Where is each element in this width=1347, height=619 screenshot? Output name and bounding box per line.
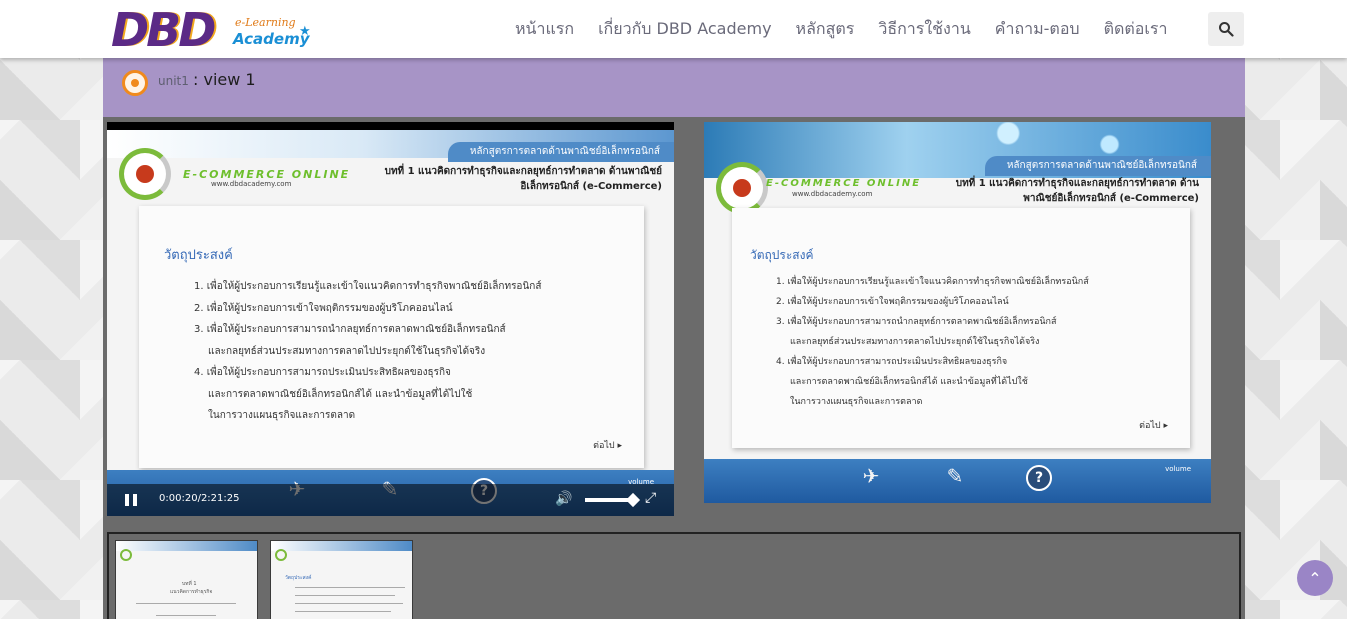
course-tag: หลักสูตรการตลาดด้านพาณิชย์อิเล็กทรอนิกส์ <box>447 142 674 162</box>
objectives-list: 1. เพื่อให้ผู้ประกอบการเรียนรู้และเข้าใจ… <box>194 276 624 427</box>
chevron-up-icon: ⌃ <box>1308 568 1322 588</box>
objective-item: 3. เพื่อให้ผู้ประกอบการสามารถนำกลยุทธ์กา… <box>776 317 1057 327</box>
slide-thumbnail[interactable]: บทที่ 1 แนวคิดการทำธุรกิจ <box>115 540 258 619</box>
help-icon[interactable]: ? <box>1026 465 1052 491</box>
nav-how-to[interactable]: วิธีการใช้งาน <box>878 17 970 42</box>
objective-item: 4. เพื่อให้ผู้ประกอบการสามารถประเมินประส… <box>776 357 1008 367</box>
thumb-logo-icon <box>120 549 132 561</box>
objectives-list: 1. เพื่อให้ผู้ประกอบการเรียนรู้และเข้าใจ… <box>776 272 1176 412</box>
objective-item: 1. เพื่อให้ผู้ประกอบการเรียนรู้และเข้าใจ… <box>194 281 542 292</box>
objectives-card: วัตถุประสงค์ 1. เพื่อให้ผู้ประกอบการเรีย… <box>139 206 644 468</box>
video-slide: หลักสูตรการตลาดด้านพาณิชย์อิเล็กทรอนิกส์… <box>107 130 674 516</box>
search-icon <box>1219 22 1234 37</box>
objective-item: 4. เพื่อให้ผู้ประกอบการสามารถประเมินประส… <box>194 367 451 378</box>
objective-item: และการตลาดพาณิชย์อิเล็กทรอนิกส์ได้ และนำ… <box>790 377 1028 387</box>
nav-faq[interactable]: คำถาม-ตอบ <box>995 17 1080 42</box>
fullscreen-icon[interactable]: ⤢ <box>645 490 656 506</box>
nav-home[interactable]: หน้าแรก <box>515 17 574 42</box>
thumb-caption: วัตถุประสงค์ <box>285 575 312 581</box>
volume-knob[interactable] <box>625 492 641 508</box>
thumbnail-strip: บทที่ 1 แนวคิดการทำธุรกิจ วัตถุประสงค์ <box>107 532 1241 619</box>
thumb-rule <box>295 611 391 612</box>
thumb-band <box>271 541 412 551</box>
logo-dbd-text: DBD <box>111 3 216 57</box>
slide-url: www.dbdacademy.com <box>211 180 292 188</box>
player-controls: 0:00:20/2:21:25 🔊 ⤢ <box>107 484 674 516</box>
unit-progress-icon <box>122 70 148 96</box>
slide-url: www.dbdacademy.com <box>792 190 873 198</box>
objectives-card: วัตถุประสงค์ 1. เพื่อให้ผู้ประกอบการเรีย… <box>732 208 1190 448</box>
nav-courses[interactable]: หลักสูตร <box>796 17 855 42</box>
objective-item: 2. เพื่อให้ผู้ประกอบการเข้าใจพฤติกรรมของ… <box>776 297 1009 307</box>
star-icon: ★ <box>299 24 311 39</box>
objective-item: ในการวางแผนธุรกิจและการตลาด <box>790 397 923 407</box>
thumb-rule <box>136 603 236 604</box>
time-display: 0:00:20/2:21:25 <box>159 493 240 504</box>
volume-icon[interactable]: 🔊 <box>555 491 572 507</box>
objective-item: และกลยุทธ์ส่วนประสมทางการตลาดไปประยุกต์ใ… <box>208 345 486 357</box>
duration: 2:21:25 <box>200 493 240 504</box>
objective-item: และการตลาดพาณิชย์อิเล็กทรอนิกส์ได้ และนำ… <box>208 388 473 400</box>
dbd-academy-logo[interactable]: DBD e-Learning Academy ★ <box>111 6 321 56</box>
pencil-icon[interactable]: ✎ <box>940 461 970 491</box>
thumb-rule <box>295 587 405 588</box>
thumb-rule <box>295 603 403 604</box>
next-link[interactable]: ต่อไป ▸ <box>1139 418 1168 432</box>
top-navbar: DBD e-Learning Academy ★ หน้าแรก เกี่ยวก… <box>0 0 1347 58</box>
thumb-band <box>116 541 257 551</box>
slide-toolbar: ✈ ✎ ? volume <box>704 459 1211 503</box>
thumb-caption: บทที่ 1 <box>182 581 197 587</box>
objective-item: และกลยุทธ์ส่วนประสมทางการตลาดไปประยุกต์ใ… <box>790 337 1040 347</box>
logo-elearning-text: e-Learning <box>235 16 296 29</box>
scroll-to-top-button[interactable]: ⌃ <box>1297 560 1333 596</box>
thumb-rule <box>156 615 216 616</box>
search-button[interactable] <box>1208 12 1244 46</box>
slide-volume-label: volume <box>1165 465 1191 473</box>
nav-about[interactable]: เกี่ยวกับ DBD Academy <box>598 17 771 42</box>
main-menu: หน้าแรก เกี่ยวกับ DBD Academy หลักสูตร ว… <box>503 0 1179 58</box>
pause-icon[interactable] <box>125 494 137 506</box>
paper-plane-icon[interactable]: ✈ <box>856 461 886 491</box>
lesson-panel: unit1 : view 1 หลักสูตรการตลาดด้านพาณิชย… <box>103 58 1245 619</box>
slide-thumbnail[interactable]: วัตถุประสงค์ <box>270 540 413 619</box>
objectives-title: วัตถุประสงค์ <box>750 248 814 262</box>
thumb-logo-icon <box>275 549 287 561</box>
preview-slide: หลักสูตรการตลาดด้านพาณิชย์อิเล็กทรอนิกส์… <box>704 122 1211 503</box>
current-time: 0:00:20 <box>159 493 198 504</box>
ecommerce-logo-icon <box>119 148 171 200</box>
video-player[interactable]: หลักสูตรการตลาดด้านพาณิชย์อิเล็กทรอนิกส์… <box>107 122 674 516</box>
unit-header: unit1 : view 1 <box>103 58 1245 117</box>
objectives-title: วัตถุประสงค์ <box>164 248 233 263</box>
unit-title: : view 1 <box>193 70 256 89</box>
course-tag: หลักสูตรการตลาดด้านพาณิชย์อิเล็กทรอนิกส์ <box>984 156 1211 176</box>
nav-contact[interactable]: ติดต่อเรา <box>1104 17 1168 42</box>
logo-academy-text: Academy <box>233 30 310 48</box>
ecommerce-logo-icon <box>716 162 768 214</box>
objective-item: ในการวางแผนธุรกิจและการตลาด <box>208 410 356 421</box>
objective-item: 2. เพื่อให้ผู้ประกอบการเข้าใจพฤติกรรมของ… <box>194 302 453 314</box>
volume-fill <box>585 498 628 502</box>
chapter-title: บทที่ 1 แนวคิดการทำธุรกิจและกลยุทธ์การทำ… <box>955 178 1199 204</box>
thumb-rule <box>295 595 395 596</box>
thumb-subtitle: แนวคิดการทำธุรกิจ <box>170 589 213 595</box>
slide-brand: E-COMMERCE ONLINE <box>766 178 922 189</box>
objective-item: 3. เพื่อให้ผู้ประกอบการสามารถนำกลยุทธ์กา… <box>194 324 506 335</box>
unit-label: unit1 <box>158 74 189 88</box>
chapter-title: บทที่ 1 แนวคิดการทำธุรกิจและกลยุทธ์การทำ… <box>384 166 662 192</box>
next-link[interactable]: ต่อไป ▸ <box>593 438 622 452</box>
objective-item: 1. เพื่อให้ผู้ประกอบการเรียนรู้และเข้าใจ… <box>776 277 1089 287</box>
